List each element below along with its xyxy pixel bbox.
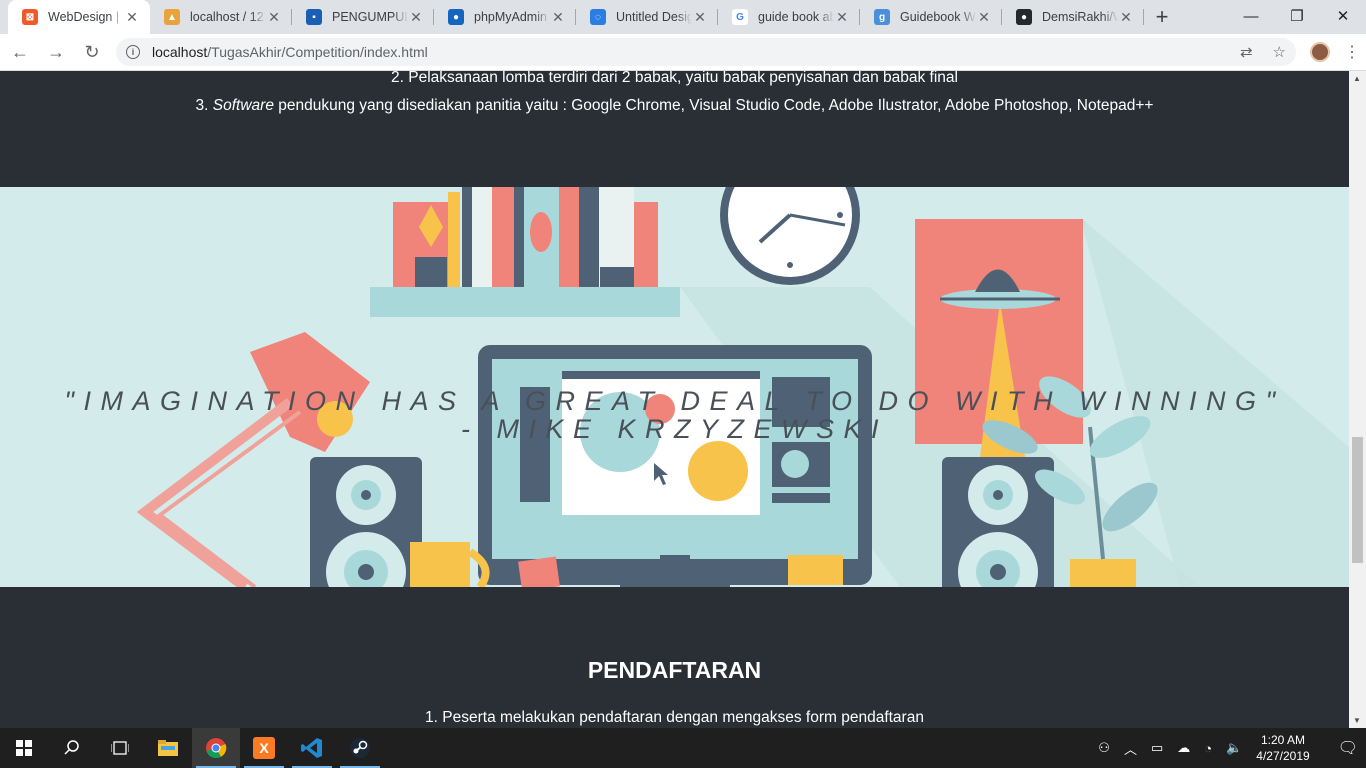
mug-icon [410,542,470,587]
rule-item-3: 3. Software pendukung yang disediakan pa… [0,97,1349,115]
tab-close-icon[interactable]: ✕ [834,9,850,26]
shelf-icon [370,287,680,317]
restore-icon[interactable]: ❐ [1274,0,1320,32]
chrome-menu-icon[interactable]: ⋮ [1344,42,1360,62]
svg-text:X: X [259,740,269,756]
tab-close-icon[interactable]: ✕ [976,9,992,26]
new-tab-button[interactable]: + [1144,0,1180,34]
tab-favicon-icon: ▪ [306,9,322,25]
tab-title: DemsiRakhi/W [1042,10,1118,24]
tab-title: phpMyAdmin [474,10,547,24]
browser-toolbar: ← → ↻ i localhost /TugasAkhir/Competitio… [0,34,1366,71]
rule-item-3-text: pendukung yang disediakan panitia yaitu … [273,97,1154,114]
tab-title: localhost / 127 [190,10,266,24]
steam-icon[interactable] [336,728,384,768]
tab-close-icon[interactable]: ✕ [1118,9,1134,26]
tab-close-icon[interactable]: ✕ [408,9,424,26]
minimize-icon[interactable]: — [1228,0,1274,32]
tab-favicon-icon: ● [448,9,464,25]
task-view-icon[interactable] [96,728,144,768]
tab-title: guide book ab [758,10,834,24]
tab-favicon-icon: ▲ [164,9,180,25]
volume-muted-icon[interactable]: 🔈 [1226,740,1242,756]
tab-close-icon[interactable]: ✕ [550,9,566,26]
page-viewport: 2. Pelaksanaan lomba terdiri dari 2 baba… [0,71,1349,728]
browser-tab[interactable]: ◌ Untitled Desig ✕ [576,0,718,34]
profile-avatar[interactable] [1310,42,1330,62]
show-hidden-icons-chevron-icon[interactable]: ︿ [1124,739,1137,758]
rule-item-2: 2. Pelaksanaan lomba terdiri dari 2 baba… [391,71,958,86]
site-info-icon[interactable]: i [126,45,140,59]
tab-close-icon[interactable]: ✕ [124,9,140,26]
quote-banner: "IMAGINATION HAS A GREAT DEAL TO DO WITH… [0,187,1349,587]
window-controls: — ❐ ✕ [1228,0,1366,32]
url-host: localhost [152,44,208,60]
people-icon[interactable]: ⚇ [1098,740,1110,756]
browser-tab[interactable]: ● phpMyAdmin ✕ [434,0,576,34]
address-bar[interactable]: i localhost /TugasAkhir/Competition/inde… [116,38,1296,66]
clock-date: 4/27/2019 [1256,749,1310,763]
translate-icon[interactable]: ⇄ [1240,43,1253,61]
tab-favicon-icon: ● [1016,9,1032,25]
windows-taskbar: X ⚇ ︿ ▭ ☁ ◔ 🔈 1:20 AM 4/27/2019 🗨 [0,728,1366,768]
reload-icon[interactable]: ↻ [76,36,108,68]
quote-text: "IMAGINATION HAS A GREAT DEAL TO DO WITH… [64,386,1285,416]
quote-author: - MIKE KRZYZEWSKI [460,414,889,444]
tab-favicon-icon: g [874,9,890,25]
tab-favicon-icon: ◌ [590,9,606,25]
browser-tab[interactable]: ⊠ WebDesign | C ✕ [8,0,150,34]
browser-tab[interactable]: Gguide book ab ✕ [718,0,860,34]
back-icon[interactable]: ← [4,36,36,68]
section-title-pendaftaran: PENDAFTARAN [587,657,762,683]
browser-tab[interactable]: ▲ localhost / 127 ✕ [150,0,292,34]
taskbar-clock[interactable]: 1:20 AM 4/27/2019 [1256,732,1309,764]
forward-icon[interactable]: → [40,36,72,68]
browser-tab-strip: ⊠ WebDesign | C ✕ ▲ localhost / 127 ✕ ▪ PENGUMP… [0,0,1366,34]
rule-item-3-number: 3. [195,97,213,114]
vscode-icon[interactable] [288,728,336,768]
browser-tab[interactable]: g Guidebook We ✕ [860,0,1002,34]
tab-favicon-icon: G [732,9,748,25]
browser-tab[interactable]: ▪ PENGUMPULA✕ [292,0,434,34]
registration-item-1: 1. Peserta melakukan pendaftaran dengan … [425,709,924,726]
tab-title: PENGUMPULA [332,10,408,24]
wifi-icon[interactable]: ◔ [1204,741,1212,756]
tab-title: WebDesign | C [48,10,124,24]
page-scrollbar[interactable]: ▲ ▼ [1349,71,1366,728]
system-tray: ⚇ ︿ ▭ ☁ ◔ 🔈 1:20 AM 4/27/2019 🗨 [1098,732,1366,764]
bookmark-star-icon[interactable]: ☆ [1273,43,1286,61]
onedrive-cloud-icon[interactable]: ☁ [1177,740,1190,756]
tab-close-icon[interactable]: ✕ [692,9,708,26]
browser-tab[interactable]: ● DemsiRakhi/W ✕ [1002,0,1144,34]
tab-favicon-icon: ⊠ [22,9,38,25]
rule-item-3-em: Software [212,97,274,114]
search-icon[interactable] [48,728,96,768]
xampp-icon[interactable]: X [240,728,288,768]
tab-close-icon[interactable]: ✕ [266,9,282,26]
scroll-up-icon[interactable]: ▲ [1353,74,1361,83]
action-center-icon[interactable]: 🗨 [1338,738,1358,758]
clock-time: 1:20 AM [1260,733,1305,747]
close-window-icon[interactable]: ✕ [1320,0,1366,32]
battery-icon[interactable]: ▭ [1151,740,1163,756]
url-path: /TugasAkhir/Competition/index.html [207,44,428,60]
chrome-taskbar-icon[interactable] [192,728,240,768]
plant-icon [1070,559,1136,587]
tab-title: Untitled Desig [616,10,692,24]
tab-title: Guidebook We [900,10,976,24]
scrollbar-thumb[interactable] [1352,437,1363,563]
windows-start-icon[interactable] [0,728,48,768]
scroll-down-icon[interactable]: ▼ [1353,716,1361,725]
file-explorer-icon[interactable] [144,728,192,768]
